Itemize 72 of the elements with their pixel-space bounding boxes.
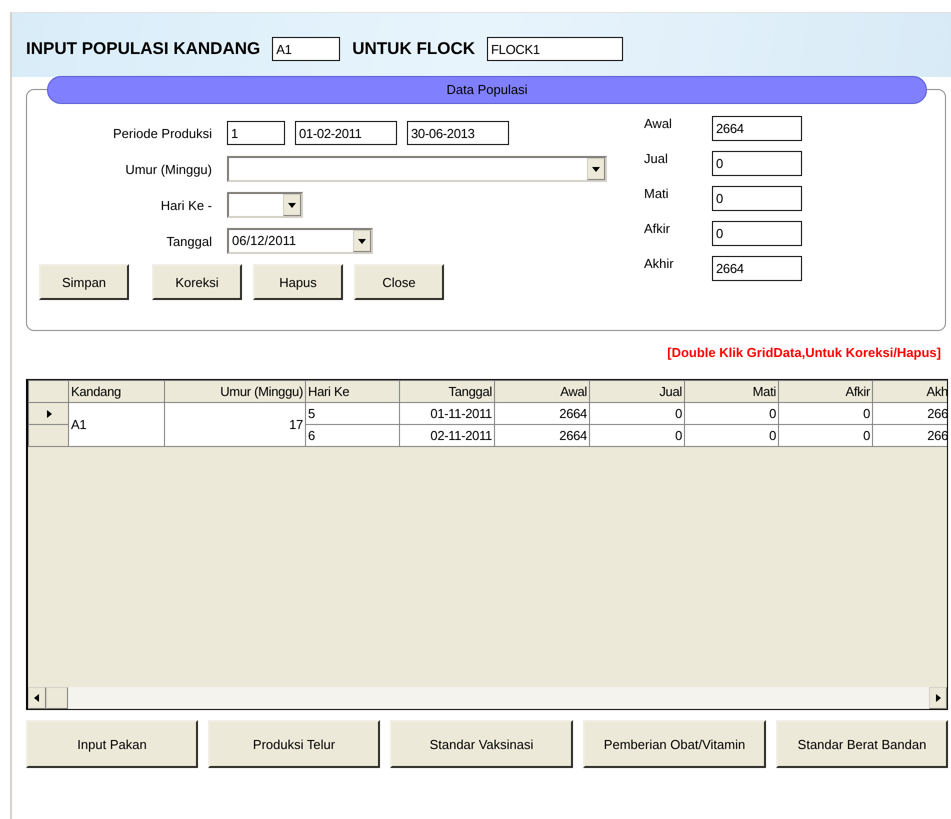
table-cell: 2664: [494, 424, 590, 446]
field-label: Jual: [644, 151, 669, 166]
text-field[interactable]: 2664: [712, 256, 802, 281]
table-cell: 5: [306, 402, 400, 424]
column-header[interactable]: Tanggal: [400, 380, 494, 402]
text-field[interactable]: 2664: [712, 116, 802, 141]
table-cell: 6: [306, 424, 400, 446]
table-cell: 02-11-2011: [400, 424, 494, 446]
column-header[interactable]: Kandang: [68, 380, 164, 402]
kandang-field[interactable]: A1: [272, 37, 340, 61]
button[interactable]: Pemberian Obat/Vitamin: [583, 720, 766, 768]
scroll-left-button[interactable]: [28, 687, 46, 709]
field-label: Hari Ke -: [160, 198, 213, 212]
column-header[interactable]: Awal: [494, 380, 590, 402]
button[interactable]: Simpan: [39, 264, 129, 300]
table-cell: A1: [68, 402, 164, 446]
field-label: Umur (Minggu): [124, 162, 213, 176]
field-label: Mati: [644, 186, 670, 201]
caret-icon: [358, 237, 366, 245]
button[interactable]: Standar Berat Bandan: [776, 720, 948, 768]
column-header[interactable]: Hari Ke: [306, 380, 400, 402]
column-header[interactable]: Umur (Minggu): [164, 380, 306, 402]
table-cell: 17: [164, 402, 306, 446]
scroll-right-button[interactable]: [929, 687, 947, 709]
table-cell: 0: [590, 424, 684, 446]
button[interactable]: Input Pakan: [26, 720, 198, 768]
dropdown[interactable]: 06/12/2011: [227, 228, 373, 254]
dropdown-button[interactable]: [283, 194, 301, 216]
arrow-right-icon: [934, 694, 942, 702]
row-indicator[interactable]: [28, 402, 68, 424]
column-header[interactable]: Akh: [872, 380, 947, 402]
text-field[interactable]: 30-06-2013: [407, 121, 509, 145]
horizontal-scrollbar[interactable]: [28, 687, 947, 709]
hint-text: [Double Klik GridData,Untuk Koreksi/Hapus]: [666, 345, 941, 362]
table-cell: 0: [590, 402, 684, 424]
flock-field[interactable]: FLOCK1: [487, 37, 623, 61]
column-header[interactable]: Mati: [684, 380, 778, 402]
button[interactable]: Hapus: [253, 264, 343, 300]
column-header[interactable]: Jual: [590, 380, 684, 402]
button[interactable]: Standar Vaksinasi: [390, 720, 573, 768]
current-row-icon: [44, 410, 52, 418]
button[interactable]: Close: [354, 264, 444, 300]
table-cell: 01-11-2011: [400, 402, 494, 424]
button[interactable]: Produksi Telur: [208, 720, 380, 768]
caret-icon: [592, 165, 600, 173]
field-label: Akhir: [644, 256, 675, 271]
text-field[interactable]: 1: [227, 121, 285, 145]
text-field[interactable]: 0: [712, 221, 802, 246]
group-title: Data Populasi: [47, 76, 927, 104]
text-field[interactable]: 01-02-2011: [295, 121, 397, 145]
table-cell: 2664: [494, 402, 590, 424]
column-header[interactable]: Afkir: [778, 380, 872, 402]
form-title: INPUT POPULASI KANDANG: [26, 39, 260, 59]
arrow-left-icon: [33, 694, 41, 702]
field-label: Tanggal: [165, 234, 213, 248]
table-cell: 0: [684, 402, 778, 424]
field-label: Afkir: [644, 221, 671, 236]
caret-icon: [288, 201, 296, 209]
dropdown-button[interactable]: [587, 158, 605, 180]
field-label: Awal: [644, 116, 673, 131]
dropdown[interactable]: [227, 192, 303, 218]
form-title: UNTUK FLOCK: [352, 39, 475, 59]
field-label: Periode Produksi: [112, 126, 213, 140]
table-cell: 0: [684, 424, 778, 446]
text-field[interactable]: 0: [712, 186, 802, 211]
button[interactable]: Koreksi: [152, 264, 242, 300]
scroll-thumb[interactable]: [46, 687, 68, 709]
text-field[interactable]: 0: [712, 151, 802, 176]
table-cell: 0: [778, 424, 872, 446]
dropdown-button[interactable]: [353, 230, 371, 252]
dropdown[interactable]: [227, 156, 607, 182]
table-cell: 0: [778, 402, 872, 424]
